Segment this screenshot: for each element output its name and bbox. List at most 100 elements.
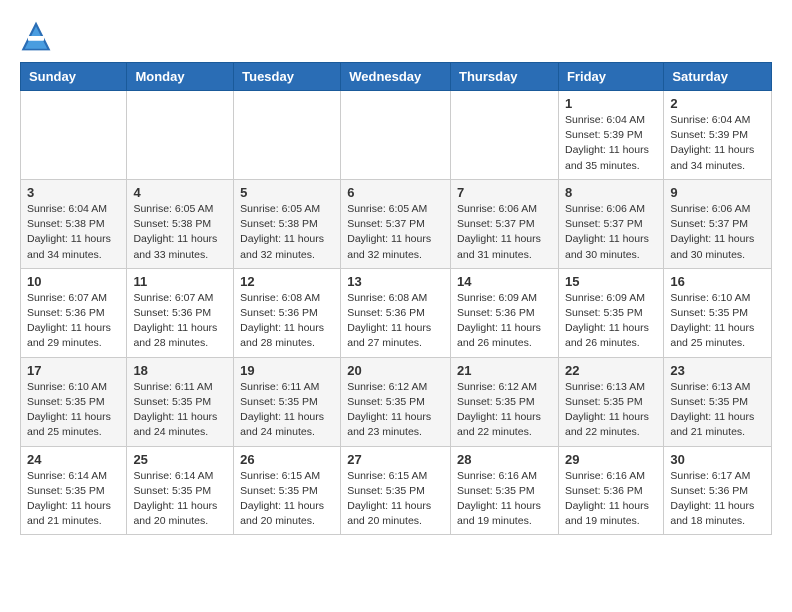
day-number: 2 bbox=[670, 96, 765, 111]
calendar-cell: 23 Sunrise: 6:13 AM Sunset: 5:35 PM Dayli… bbox=[664, 357, 772, 446]
header-thursday: Thursday bbox=[451, 63, 559, 91]
day-info: Sunrise: 6:05 AM Sunset: 5:38 PM Dayligh… bbox=[240, 202, 334, 263]
day-number: 1 bbox=[565, 96, 657, 111]
day-number: 30 bbox=[670, 452, 765, 467]
day-number: 17 bbox=[27, 363, 120, 378]
calendar-cell: 25 Sunrise: 6:14 AM Sunset: 5:35 PM Dayli… bbox=[127, 446, 234, 535]
day-info: Sunrise: 6:16 AM Sunset: 5:36 PM Dayligh… bbox=[565, 469, 657, 530]
day-number: 27 bbox=[347, 452, 444, 467]
day-info: Sunrise: 6:11 AM Sunset: 5:35 PM Dayligh… bbox=[240, 380, 334, 441]
calendar-cell: 28 Sunrise: 6:16 AM Sunset: 5:35 PM Dayli… bbox=[451, 446, 559, 535]
day-info: Sunrise: 6:10 AM Sunset: 5:35 PM Dayligh… bbox=[27, 380, 120, 441]
header-wednesday: Wednesday bbox=[341, 63, 451, 91]
calendar-cell: 29 Sunrise: 6:16 AM Sunset: 5:36 PM Dayli… bbox=[558, 446, 663, 535]
calendar-cell: 10Sunrise: 6:07 AM Sunset: 5:36 PM Dayli… bbox=[21, 268, 127, 357]
calendar-cell: 13 Sunrise: 6:08 AM Sunset: 5:36 PM Dayli… bbox=[341, 268, 451, 357]
day-number: 28 bbox=[457, 452, 552, 467]
day-info: Sunrise: 6:16 AM Sunset: 5:35 PM Dayligh… bbox=[457, 469, 552, 530]
day-number: 14 bbox=[457, 274, 552, 289]
day-info: Sunrise: 6:15 AM Sunset: 5:35 PM Dayligh… bbox=[347, 469, 444, 530]
day-number: 4 bbox=[133, 185, 227, 200]
day-info: Sunrise: 6:09 AM Sunset: 5:35 PM Dayligh… bbox=[565, 291, 657, 352]
day-info: Sunrise: 6:17 AM Sunset: 5:36 PM Dayligh… bbox=[670, 469, 765, 530]
calendar-cell: 5 Sunrise: 6:05 AM Sunset: 5:38 PM Daylig… bbox=[234, 179, 341, 268]
calendar-week-1: 1 Sunrise: 6:04 AM Sunset: 5:39 PM Daylig… bbox=[21, 91, 772, 180]
calendar-cell: 3 Sunrise: 6:04 AM Sunset: 5:38 PM Daylig… bbox=[21, 179, 127, 268]
logo-icon bbox=[20, 20, 52, 52]
day-info: Sunrise: 6:04 AM Sunset: 5:39 PM Dayligh… bbox=[565, 113, 657, 174]
day-number: 21 bbox=[457, 363, 552, 378]
logo bbox=[20, 20, 56, 52]
calendar-cell: 18 Sunrise: 6:11 AM Sunset: 5:35 PM Dayli… bbox=[127, 357, 234, 446]
calendar-cell: 4 Sunrise: 6:05 AM Sunset: 5:38 PM Daylig… bbox=[127, 179, 234, 268]
calendar-table: SundayMondayTuesdayWednesdayThursdayFrid… bbox=[20, 62, 772, 535]
calendar-cell: 21 Sunrise: 6:12 AM Sunset: 5:35 PM Dayli… bbox=[451, 357, 559, 446]
calendar-week-4: 17 Sunrise: 6:10 AM Sunset: 5:35 PM Dayli… bbox=[21, 357, 772, 446]
day-info: Sunrise: 6:08 AM Sunset: 5:36 PM Dayligh… bbox=[347, 291, 444, 352]
day-info: Sunrise: 6:13 AM Sunset: 5:35 PM Dayligh… bbox=[565, 380, 657, 441]
calendar-cell: 19Sunrise: 6:11 AM Sunset: 5:35 PM Dayli… bbox=[234, 357, 341, 446]
day-info: Sunrise: 6:04 AM Sunset: 5:38 PM Dayligh… bbox=[27, 202, 120, 263]
day-number: 20 bbox=[347, 363, 444, 378]
calendar-cell: 11Sunrise: 6:07 AM Sunset: 5:36 PM Dayli… bbox=[127, 268, 234, 357]
day-info: Sunrise: 6:06 AM Sunset: 5:37 PM Dayligh… bbox=[457, 202, 552, 263]
calendar-cell: 26 Sunrise: 6:15 AM Sunset: 5:35 PM Dayli… bbox=[234, 446, 341, 535]
day-info: Sunrise: 6:14 AM Sunset: 5:35 PM Dayligh… bbox=[27, 469, 120, 530]
day-number: 24 bbox=[27, 452, 120, 467]
calendar-cell bbox=[234, 91, 341, 180]
calendar-cell: 17 Sunrise: 6:10 AM Sunset: 5:35 PM Dayli… bbox=[21, 357, 127, 446]
day-number: 22 bbox=[565, 363, 657, 378]
day-number: 8 bbox=[565, 185, 657, 200]
day-number: 7 bbox=[457, 185, 552, 200]
calendar-cell: 27 Sunrise: 6:15 AM Sunset: 5:35 PM Dayli… bbox=[341, 446, 451, 535]
calendar-cell: 20 Sunrise: 6:12 AM Sunset: 5:35 PM Dayli… bbox=[341, 357, 451, 446]
day-info: Sunrise: 6:14 AM Sunset: 5:35 PM Dayligh… bbox=[133, 469, 227, 530]
day-info: Sunrise: 6:06 AM Sunset: 5:37 PM Dayligh… bbox=[670, 202, 765, 263]
calendar-cell: 15 Sunrise: 6:09 AM Sunset: 5:35 PM Dayli… bbox=[558, 268, 663, 357]
header-monday: Monday bbox=[127, 63, 234, 91]
day-info: Sunrise: 6:15 AM Sunset: 5:35 PM Dayligh… bbox=[240, 469, 334, 530]
day-number: 15 bbox=[565, 274, 657, 289]
day-info: Sunrise: 6:11 AM Sunset: 5:35 PM Dayligh… bbox=[133, 380, 227, 441]
page-header bbox=[20, 20, 772, 52]
day-number: 25 bbox=[133, 452, 227, 467]
day-number: 26 bbox=[240, 452, 334, 467]
day-info: Sunrise: 6:08 AM Sunset: 5:36 PM Dayligh… bbox=[240, 291, 334, 352]
day-number: 5 bbox=[240, 185, 334, 200]
day-number: 10 bbox=[27, 274, 120, 289]
calendar-cell: 7 Sunrise: 6:06 AM Sunset: 5:37 PM Daylig… bbox=[451, 179, 559, 268]
calendar-cell: 9 Sunrise: 6:06 AM Sunset: 5:37 PM Daylig… bbox=[664, 179, 772, 268]
calendar-cell: 2 Sunrise: 6:04 AM Sunset: 5:39 PM Daylig… bbox=[664, 91, 772, 180]
day-info: Sunrise: 6:10 AM Sunset: 5:35 PM Dayligh… bbox=[670, 291, 765, 352]
day-number: 9 bbox=[670, 185, 765, 200]
calendar-cell: 12 Sunrise: 6:08 AM Sunset: 5:36 PM Dayli… bbox=[234, 268, 341, 357]
header-friday: Friday bbox=[558, 63, 663, 91]
header-sunday: Sunday bbox=[21, 63, 127, 91]
day-info: Sunrise: 6:04 AM Sunset: 5:39 PM Dayligh… bbox=[670, 113, 765, 174]
calendar-week-2: 3 Sunrise: 6:04 AM Sunset: 5:38 PM Daylig… bbox=[21, 179, 772, 268]
day-number: 29 bbox=[565, 452, 657, 467]
day-number: 23 bbox=[670, 363, 765, 378]
day-number: 13 bbox=[347, 274, 444, 289]
calendar-header-row: SundayMondayTuesdayWednesdayThursdayFrid… bbox=[21, 63, 772, 91]
day-number: 6 bbox=[347, 185, 444, 200]
calendar-cell bbox=[127, 91, 234, 180]
day-info: Sunrise: 6:12 AM Sunset: 5:35 PM Dayligh… bbox=[347, 380, 444, 441]
calendar-cell: 14 Sunrise: 6:09 AM Sunset: 5:36 PM Dayli… bbox=[451, 268, 559, 357]
day-info: Sunrise: 6:12 AM Sunset: 5:35 PM Dayligh… bbox=[457, 380, 552, 441]
calendar-cell: 1 Sunrise: 6:04 AM Sunset: 5:39 PM Daylig… bbox=[558, 91, 663, 180]
calendar-cell bbox=[341, 91, 451, 180]
day-info: Sunrise: 6:06 AM Sunset: 5:37 PM Dayligh… bbox=[565, 202, 657, 263]
calendar-cell: 22 Sunrise: 6:13 AM Sunset: 5:35 PM Dayli… bbox=[558, 357, 663, 446]
calendar-cell: 30 Sunrise: 6:17 AM Sunset: 5:36 PM Dayli… bbox=[664, 446, 772, 535]
calendar-cell: 16Sunrise: 6:10 AM Sunset: 5:35 PM Dayli… bbox=[664, 268, 772, 357]
calendar-cell: 6Sunrise: 6:05 AM Sunset: 5:37 PM Daylig… bbox=[341, 179, 451, 268]
calendar-cell: 24 Sunrise: 6:14 AM Sunset: 5:35 PM Dayli… bbox=[21, 446, 127, 535]
day-number: 12 bbox=[240, 274, 334, 289]
day-number: 18 bbox=[133, 363, 227, 378]
day-info: Sunrise: 6:09 AM Sunset: 5:36 PM Dayligh… bbox=[457, 291, 552, 352]
day-info: Sunrise: 6:13 AM Sunset: 5:35 PM Dayligh… bbox=[670, 380, 765, 441]
day-info: Sunrise: 6:05 AM Sunset: 5:38 PM Dayligh… bbox=[133, 202, 227, 263]
header-tuesday: Tuesday bbox=[234, 63, 341, 91]
day-number: 3 bbox=[27, 185, 120, 200]
